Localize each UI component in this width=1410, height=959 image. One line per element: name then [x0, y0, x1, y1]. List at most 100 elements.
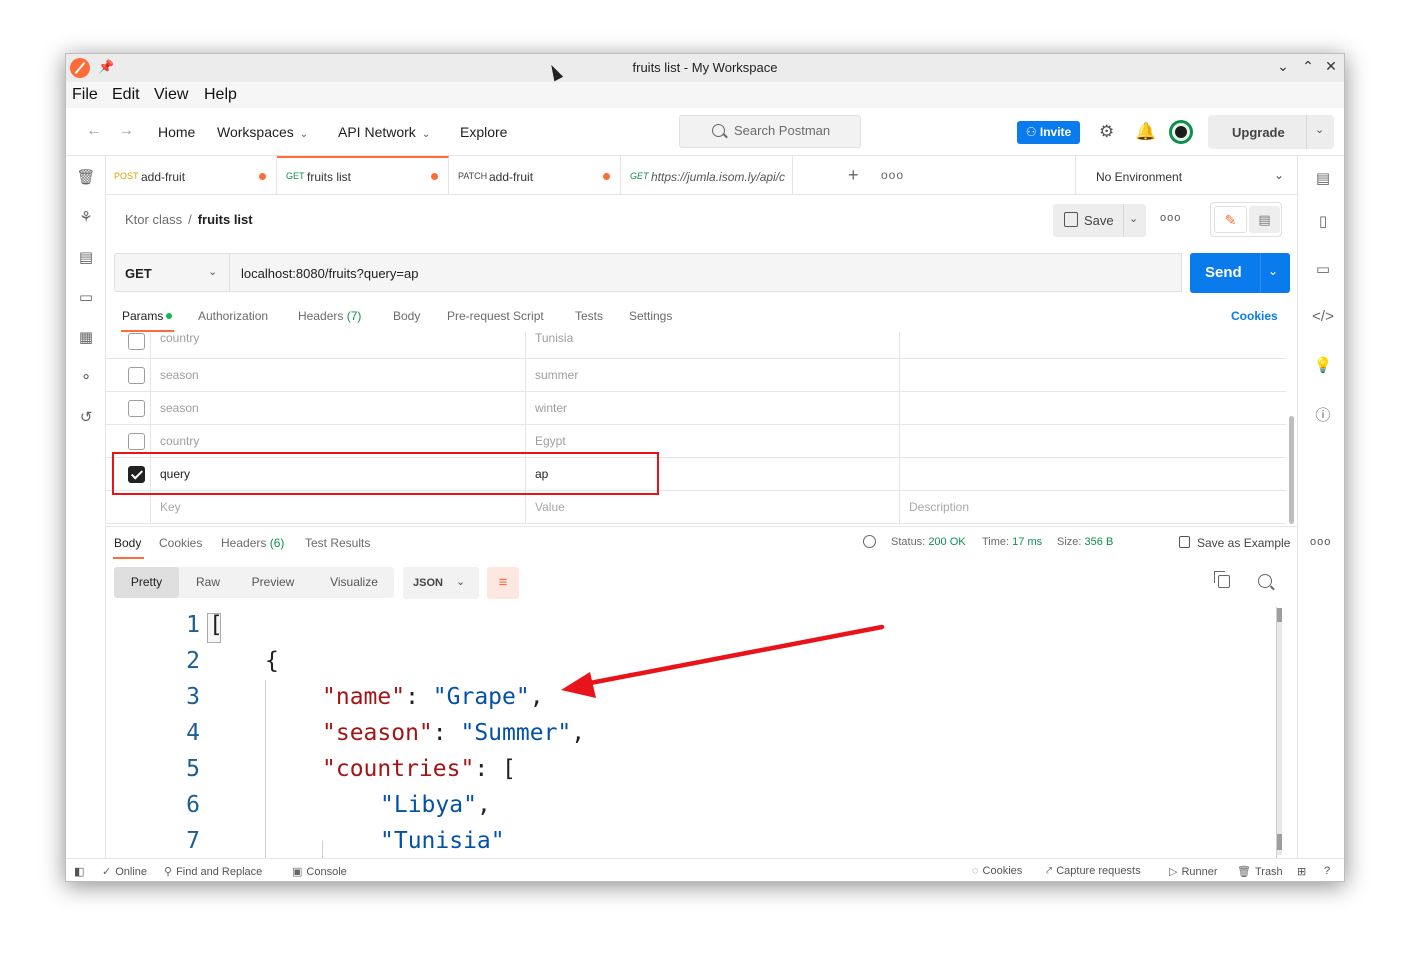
- param-value[interactable]: summer: [535, 368, 578, 382]
- history-icon[interactable]: ↺: [76, 408, 96, 426]
- response-format-select[interactable]: JSON ⌄: [403, 567, 479, 599]
- edit-pencil-icon[interactable]: ✎: [1214, 206, 1247, 233]
- scroll-thumb[interactable]: [1277, 834, 1282, 850]
- more-options-icon[interactable]: ooo: [1160, 212, 1181, 224]
- help-icon[interactable]: ?: [1324, 865, 1330, 877]
- param-checkbox[interactable]: [128, 433, 145, 450]
- format-pretty[interactable]: Pretty: [114, 567, 179, 598]
- new-tab-plus-icon[interactable]: +: [848, 165, 859, 186]
- menu-view[interactable]: View: [154, 86, 188, 104]
- tab-params[interactable]: Params: [122, 309, 173, 323]
- editor-scrollbar[interactable]: [1277, 608, 1282, 855]
- globe-icon[interactable]: [863, 535, 876, 548]
- settings-gear-icon[interactable]: ⚙: [1099, 122, 1114, 142]
- param-checkbox[interactable]: [128, 367, 145, 384]
- runner-button[interactable]: ▷ Runner: [1169, 865, 1218, 878]
- find-replace-button[interactable]: ⚲ Find and Replace: [164, 865, 262, 878]
- comments-icon[interactable]: ▭: [1312, 260, 1334, 278]
- more-options-icon[interactable]: ooo: [1310, 536, 1331, 548]
- environment-select[interactable]: No Environment ⌄: [1075, 156, 1297, 195]
- format-preview[interactable]: Preview: [237, 567, 309, 598]
- response-body-editor[interactable]: 1 [ 2 { 3 "name": "Grape", 4 "season": "…: [106, 607, 1291, 858]
- param-checkbox[interactable]: [128, 333, 145, 350]
- send-button[interactable]: Send ⌄: [1190, 253, 1290, 293]
- params-scrollbar[interactable]: [1289, 416, 1294, 524]
- more-tabs-icon[interactable]: ooo: [881, 168, 904, 182]
- copy-icon[interactable]: [1214, 571, 1230, 588]
- monitors-icon[interactable]: ▦: [76, 328, 96, 346]
- param-key-placeholder[interactable]: Key: [160, 500, 181, 514]
- param-key[interactable]: country: [160, 332, 199, 345]
- search-box[interactable]: [679, 115, 861, 148]
- forward-arrow-icon[interactable]: →: [118, 122, 134, 140]
- tab-patch-add-fruit[interactable]: PATCH add-fruit: [449, 156, 621, 195]
- tab-settings[interactable]: Settings: [629, 309, 672, 323]
- tab-pre-request-script[interactable]: Pre-request Script: [447, 309, 544, 323]
- console-button[interactable]: ▣ Console: [292, 865, 347, 878]
- invite-button[interactable]: ⚇ Invite: [1017, 121, 1080, 144]
- param-key[interactable]: season: [160, 368, 199, 382]
- tab-body[interactable]: Body: [393, 309, 420, 323]
- param-key[interactable]: season: [160, 401, 199, 415]
- lightbulb-icon[interactable]: 💡: [1312, 356, 1334, 374]
- documentation-icon[interactable]: ▯: [1312, 212, 1334, 230]
- param-value[interactable]: Egypt: [535, 434, 566, 448]
- search-icon[interactable]: [1258, 574, 1272, 588]
- workbench-icon[interactable]: ▤: [1312, 169, 1334, 187]
- param-value-placeholder[interactable]: Value: [535, 500, 565, 514]
- menu-file[interactable]: File: [72, 86, 98, 104]
- minimize-icon[interactable]: ⌄: [1274, 58, 1292, 75]
- url-input[interactable]: localhost:8080/fruits?query=ap: [230, 253, 1182, 292]
- save-button[interactable]: Save ⌄: [1053, 204, 1146, 237]
- tab-get-jumla[interactable]: GET https://jumla.isom.ly/api/c: [621, 156, 793, 195]
- avatar[interactable]: [1169, 120, 1193, 144]
- tab-post-add-fruit[interactable]: POST add-fruit: [106, 156, 277, 195]
- save-as-example-button[interactable]: Save as Example: [1179, 536, 1290, 550]
- code-icon[interactable]: </>: [1312, 308, 1334, 325]
- wrap-lines-icon[interactable]: ≡: [487, 567, 519, 599]
- nav-home[interactable]: Home: [158, 124, 195, 140]
- chevron-down-icon[interactable]: ⌄: [1129, 212, 1138, 225]
- chevron-down-icon[interactable]: ⌄: [1315, 123, 1324, 136]
- back-arrow-icon[interactable]: ←: [86, 122, 102, 140]
- cookies-button[interactable]: ◌ Cookies: [972, 865, 1022, 877]
- nav-api-network[interactable]: API Network ⌄: [338, 124, 430, 140]
- online-status[interactable]: ✓ Online: [102, 865, 147, 878]
- tab-response-headers[interactable]: Headers (6): [221, 536, 284, 550]
- close-icon[interactable]: ✕: [1322, 58, 1340, 75]
- tab-authorization[interactable]: Authorization: [198, 309, 268, 323]
- param-value[interactable]: winter: [535, 401, 567, 415]
- menu-edit[interactable]: Edit: [112, 86, 140, 104]
- search-input[interactable]: [734, 123, 854, 138]
- tab-get-fruits-list[interactable]: GET fruits list: [277, 156, 449, 195]
- format-raw[interactable]: Raw: [184, 567, 232, 598]
- maximize-icon[interactable]: ⌃: [1299, 58, 1317, 75]
- toggle-sidebar-icon[interactable]: ◧: [74, 865, 84, 878]
- tab-response-body[interactable]: Body: [114, 536, 141, 550]
- apis-icon[interactable]: ⚘: [76, 208, 96, 226]
- menu-help[interactable]: Help: [204, 86, 237, 104]
- nav-explore[interactable]: Explore: [460, 124, 507, 140]
- info-icon[interactable]: ⓘ: [1312, 404, 1334, 425]
- scroll-thumb[interactable]: [1277, 608, 1282, 622]
- breadcrumb-request[interactable]: fruits list: [198, 212, 253, 227]
- capture-requests-button[interactable]: ⤤ Capture requests: [1046, 865, 1141, 878]
- tab-tests[interactable]: Tests: [575, 309, 603, 323]
- collections-icon[interactable]: 🗑: [76, 168, 96, 186]
- param-description-placeholder[interactable]: Description: [909, 500, 969, 514]
- tab-test-results[interactable]: Test Results: [305, 536, 370, 550]
- upgrade-button[interactable]: Upgrade ⌄: [1208, 115, 1334, 149]
- param-key[interactable]: country: [160, 434, 199, 448]
- http-method-select[interactable]: GET ⌄: [114, 253, 230, 292]
- nav-workspaces[interactable]: Workspaces ⌄: [217, 124, 308, 140]
- notifications-bell-icon[interactable]: 🔔: [1135, 122, 1156, 142]
- mock-servers-icon[interactable]: ▭: [76, 288, 96, 306]
- tab-response-cookies[interactable]: Cookies: [159, 536, 202, 550]
- param-value[interactable]: Tunisia: [535, 332, 573, 345]
- trash-button[interactable]: 🗑 Trash: [1237, 865, 1283, 878]
- param-checkbox[interactable]: [128, 400, 145, 417]
- environments-icon[interactable]: ▤: [76, 248, 96, 266]
- format-visualize[interactable]: Visualize: [314, 567, 394, 598]
- flows-icon[interactable]: ⚬: [76, 368, 96, 386]
- breadcrumb-collection[interactable]: Ktor class: [125, 212, 182, 227]
